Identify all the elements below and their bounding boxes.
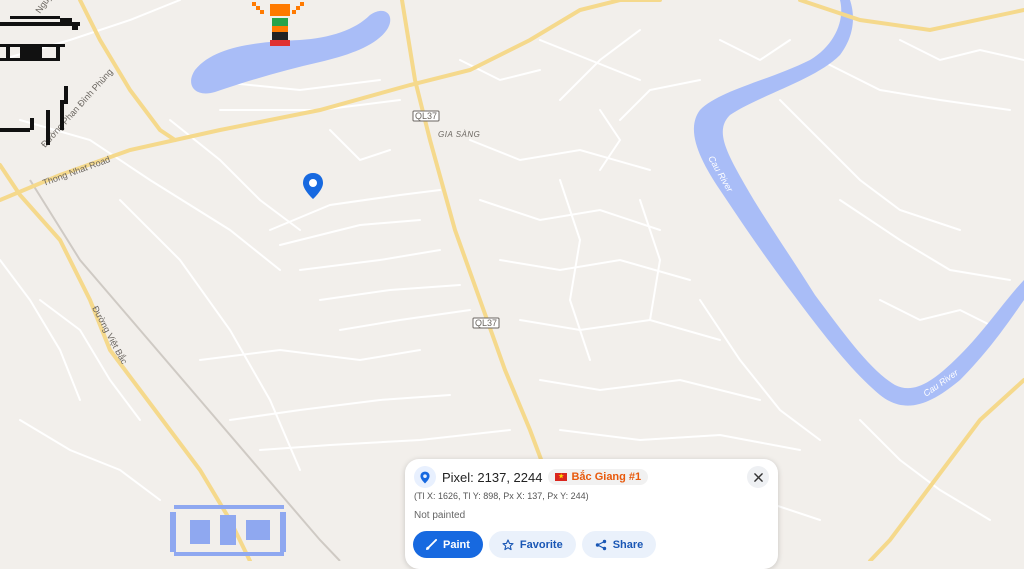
action-buttons: Paint Favorite Share xyxy=(413,531,657,558)
star-icon xyxy=(502,538,514,550)
road-label-ql37-mid: QL37 xyxy=(475,318,497,328)
share-button[interactable]: Share xyxy=(581,531,657,558)
favorite-button[interactable]: Favorite xyxy=(488,531,576,558)
panel-header: Pixel: 2137, 2244 Bắc Giang #1 xyxy=(414,466,649,488)
paint-status: Not painted xyxy=(414,510,466,521)
location-pin-icon[interactable] xyxy=(302,172,324,200)
favorite-button-label: Favorite xyxy=(519,538,563,551)
road-label-ql37-top: QL37 xyxy=(415,111,437,121)
tile-coordinates: (Tl X: 1626, Tl Y: 898, Px X: 137, Px Y:… xyxy=(414,491,589,501)
place-label-gia-sang: GIA SÀNG xyxy=(438,130,480,139)
vietnam-flag-icon xyxy=(555,472,568,482)
region-badge-label: Bắc Giang #1 xyxy=(571,471,642,483)
brush-icon xyxy=(426,539,437,550)
region-badge[interactable]: Bắc Giang #1 xyxy=(548,469,649,485)
pixel-info-panel: Pixel: 2137, 2244 Bắc Giang #1 (Tl X: 16… xyxy=(405,459,778,569)
paint-button-label: Paint xyxy=(443,538,470,551)
close-button[interactable] xyxy=(747,466,769,488)
close-icon xyxy=(753,472,763,482)
paint-button[interactable]: Paint xyxy=(413,531,483,558)
pixel-coordinates-title: Pixel: 2137, 2244 xyxy=(442,469,543,485)
share-icon xyxy=(595,539,606,550)
map-pin-icon xyxy=(414,466,436,488)
share-button-label: Share xyxy=(612,538,644,551)
